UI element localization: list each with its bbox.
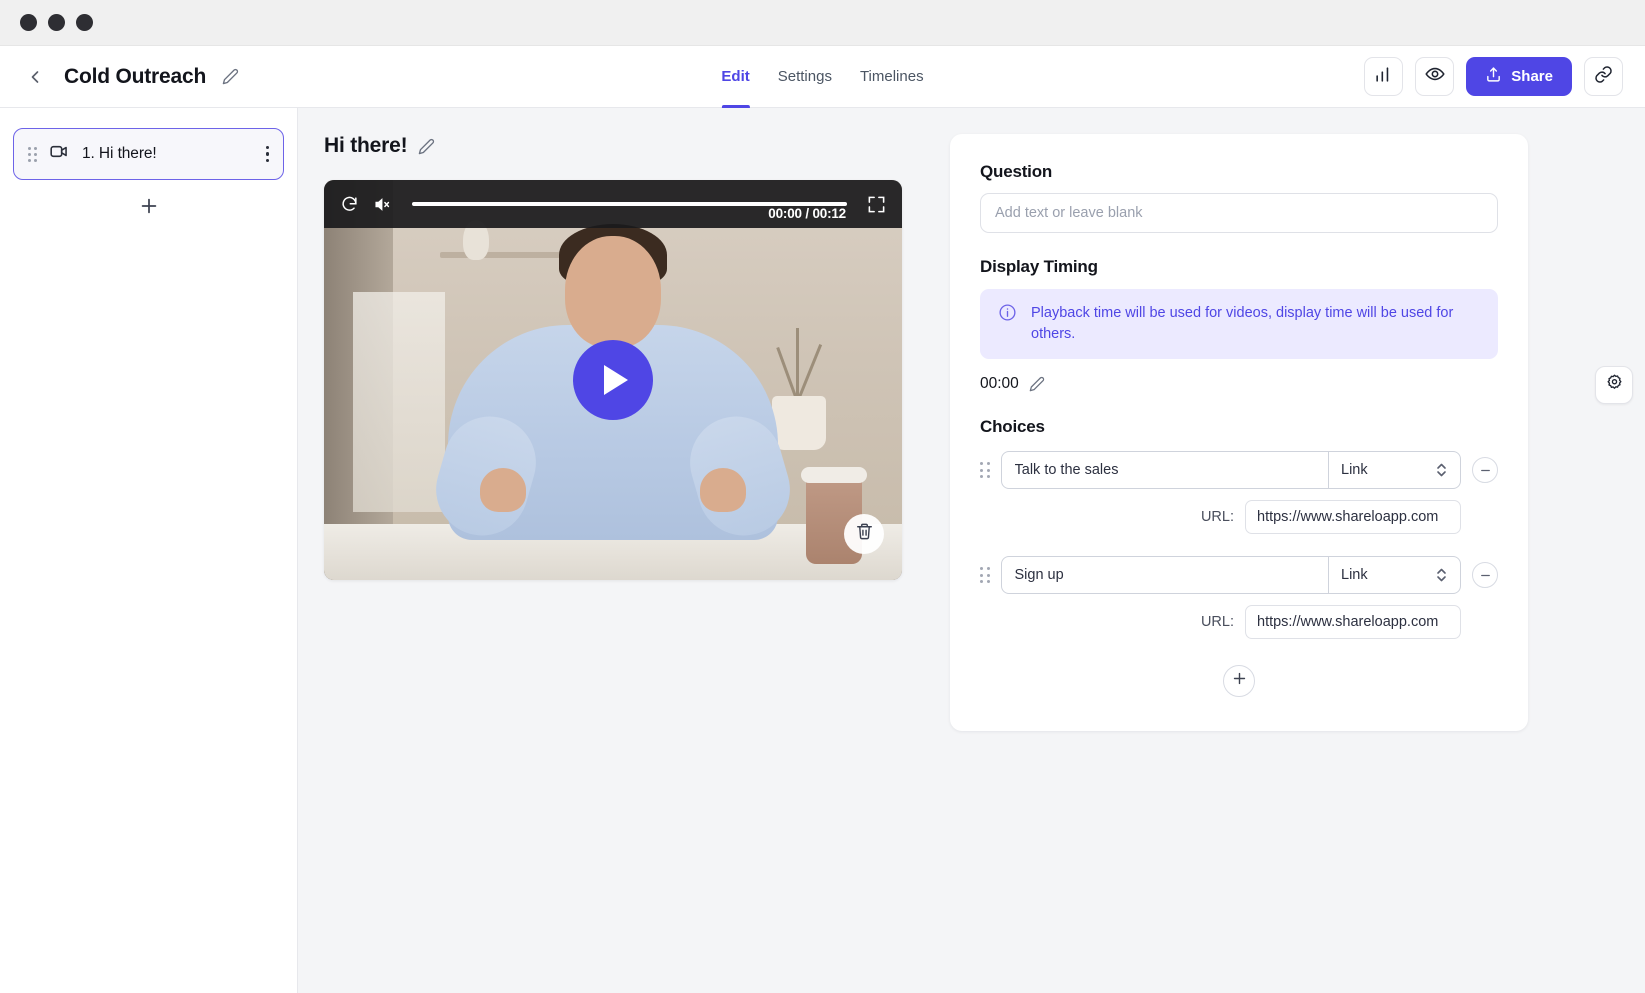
analytics-button[interactable] (1364, 57, 1404, 96)
slide-title: Hi there! (324, 134, 408, 157)
choice-label-input[interactable] (1001, 557, 1328, 594)
choice-type-select[interactable]: Link (1328, 557, 1460, 594)
url-label: URL: (1200, 509, 1234, 526)
choice-row: Link (980, 451, 1498, 490)
chevron-updown-icon (1435, 461, 1448, 479)
share-button[interactable]: Share (1466, 57, 1572, 96)
display-timing-info-text: Playback time will be used for videos, d… (1031, 305, 1454, 343)
tab-timelines[interactable]: Timelines (860, 46, 924, 108)
choice-url-row: URL: (980, 605, 1498, 640)
choice-type-value: Link (1341, 462, 1368, 479)
display-timing-value-row: 00:00 (980, 375, 1498, 393)
question-input[interactable] (980, 193, 1498, 233)
tab-settings-label: Settings (777, 68, 832, 85)
choice-label-input[interactable] (1001, 452, 1328, 489)
page-title: Cold Outreach (64, 64, 207, 88)
drag-handle-icon[interactable] (28, 146, 37, 162)
add-slide-button[interactable] (13, 180, 284, 236)
preview-button[interactable] (1415, 57, 1455, 96)
drag-handle-icon[interactable] (980, 567, 990, 584)
choices-heading: Choices (980, 417, 1045, 437)
choice-url-row: URL: (980, 500, 1498, 535)
kebab-menu-icon[interactable] (265, 145, 269, 163)
drag-handle-icon[interactable] (980, 462, 990, 479)
panel-settings-button[interactable] (1595, 366, 1633, 404)
video-player[interactable]: 00:00 / 00:12 (324, 180, 902, 580)
info-circle-icon (998, 303, 1017, 327)
remove-choice-button[interactable] (1472, 457, 1498, 484)
trash-icon (855, 522, 874, 546)
edit-slide-title-pencil-icon[interactable] (418, 138, 435, 155)
add-choice-button[interactable] (1223, 665, 1255, 698)
back-icon[interactable] (22, 64, 48, 90)
share-button-label: Share (1511, 68, 1553, 85)
display-timing-heading: Display Timing (980, 257, 1098, 276)
header-tabs: Edit Settings Timelines (721, 46, 924, 108)
window-close-dot[interactable] (20, 14, 37, 31)
volume-muted-icon[interactable] (373, 195, 392, 214)
plus-icon (138, 195, 160, 222)
sidebar-item-slide-1[interactable]: 1. Hi there! (13, 128, 284, 180)
header-actions: Share (1364, 57, 1645, 96)
main-canvas: Hi there! 00:00 / 00:12 Question Add tex… (298, 108, 1645, 993)
choice-field-group: Link (1000, 556, 1461, 595)
upload-icon (1485, 66, 1502, 87)
window-titlebar (0, 0, 1645, 46)
replay-icon[interactable] (340, 195, 359, 214)
bar-chart-icon (1374, 65, 1393, 89)
display-timing-info-banner: Playback time will be used for videos, d… (980, 289, 1498, 360)
edit-display-timing-pencil-icon[interactable] (1029, 376, 1045, 392)
choice-url-input[interactable] (1245, 500, 1461, 535)
slide-editor-column: Hi there! 00:00 / 00:12 (324, 134, 924, 993)
app-header: Cold Outreach Edit Settings Timelines Sh… (0, 46, 1645, 108)
copy-link-button[interactable] (1584, 57, 1623, 96)
add-choice-row (980, 665, 1498, 698)
delete-video-button[interactable] (844, 514, 884, 554)
chevron-updown-icon (1435, 566, 1448, 584)
remove-choice-button[interactable] (1472, 562, 1498, 589)
slide-title-row: Hi there! (324, 134, 924, 158)
choice-url-input[interactable] (1245, 605, 1461, 640)
header-left-group: Cold Outreach (0, 64, 239, 90)
window-minimize-dot[interactable] (48, 14, 65, 31)
edit-title-pencil-icon[interactable] (222, 68, 239, 85)
question-heading: Question (980, 162, 1053, 181)
choice-row: Link (980, 556, 1498, 595)
gear-icon (1605, 373, 1624, 397)
url-label: URL: (1200, 614, 1234, 631)
choice-field-group: Link (1000, 451, 1461, 490)
choice-type-value: Link (1341, 567, 1368, 584)
play-button[interactable] (573, 340, 653, 420)
tab-settings[interactable]: Settings (778, 46, 832, 108)
tab-edit-label: Edit (721, 68, 750, 85)
window-maximize-dot[interactable] (76, 14, 93, 31)
video-camera-icon (49, 141, 70, 167)
choice-type-select[interactable]: Link (1328, 452, 1460, 489)
plus-icon (1231, 670, 1248, 692)
fullscreen-icon[interactable] (867, 195, 886, 214)
tab-edit[interactable]: Edit (721, 46, 751, 108)
video-time-display: 00:00 / 00:12 (768, 206, 846, 221)
display-timing-value: 00:00 (980, 375, 1019, 393)
tab-timelines-label: Timelines (859, 68, 924, 85)
sidebar-item-label: 1. Hi there! (82, 145, 157, 162)
link-icon (1594, 65, 1613, 89)
slide-settings-panel: Question Display Timing Playback time wi… (950, 134, 1528, 732)
slides-sidebar: 1. Hi there! (0, 108, 298, 993)
eye-icon (1425, 64, 1445, 89)
app-body: 1. Hi there! Hi there! 00:00 / 00:12 Que… (0, 108, 1645, 993)
